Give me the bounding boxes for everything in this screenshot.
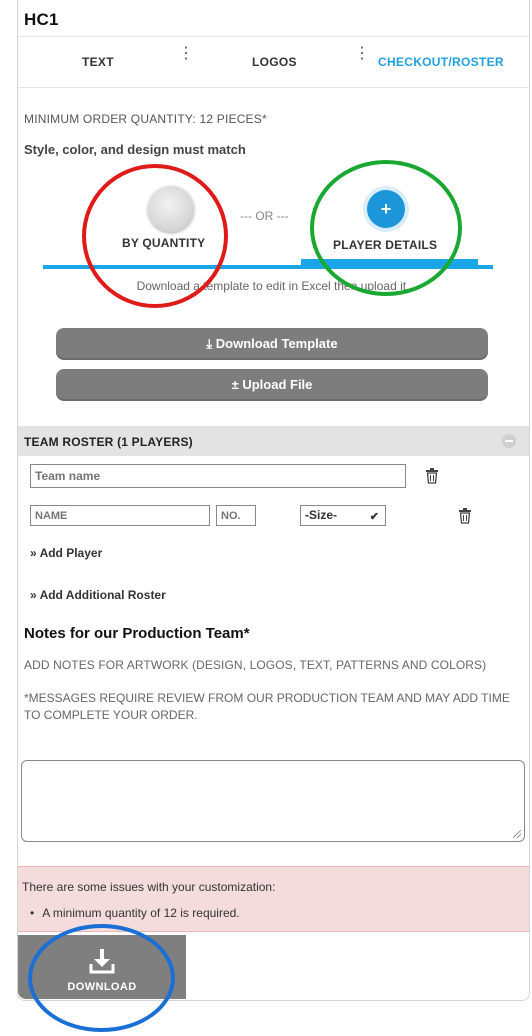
team-name-input[interactable] [30,464,406,488]
collapse-icon[interactable] [502,434,516,448]
size-select-value: -Size- [305,508,338,522]
resize-handle-icon[interactable] [513,830,521,838]
delete-player-trash-icon[interactable] [458,508,472,524]
minimum-order-text: MINIMUM ORDER QUANTITY: 12 PIECES* [24,112,267,126]
tab-logos[interactable]: LOGOS [252,55,297,69]
player-number-input[interactable] [216,505,256,526]
player-name-input[interactable] [30,505,210,526]
add-player-link[interactable]: » Add Player [30,546,102,560]
issues-title: There are some issues with your customiz… [22,880,276,894]
issue-text: A minimum quantity of 12 is required. [42,906,240,920]
red-annotation-circle [82,164,228,308]
add-additional-roster-link[interactable]: » Add Additional Roster [30,588,166,602]
production-notes-message: *MESSAGES REQUIRE REVIEW FROM OUR PRODUC… [24,691,510,722]
team-roster-title: TEAM ROSTER (1 PLAYERS) [24,435,193,449]
or-separator: --- OR --- [240,209,289,223]
customization-issues-alert: There are some issues with your customiz… [18,866,529,932]
tab-bar: TEXT ⋮ LOGOS ⋮ CHECKOUT/ROSTER [18,36,529,88]
production-notes-textarea[interactable] [21,760,525,842]
chevron-down-icon: ✔ [369,511,379,523]
product-title: HC1 [24,10,59,29]
production-notes-title: Notes for our Production Team* [24,625,250,642]
tab-text[interactable]: TEXT [82,55,114,69]
green-annotation-circle [310,160,462,296]
upload-file-button[interactable]: ± Upload File [56,369,488,401]
tab-separator-dots-icon: ⋮ [354,45,370,62]
issues-list-item: • A minimum quantity of 12 is required. [30,906,240,920]
player-size-select[interactable]: -Size- ✔ [300,505,386,526]
download-template-button[interactable]: ⤓ Download Template [56,328,488,360]
production-notes-hint: ADD NOTES FOR ARTWORK (DESIGN, LOGOS, TE… [24,658,487,672]
style-match-note: Style, color, and design must match [24,142,246,157]
team-roster-header[interactable]: TEAM ROSTER (1 PLAYERS) [18,426,529,456]
bullet-icon: • [30,906,35,920]
blue-annotation-circle [28,924,175,1032]
customizer-panel: HC1 TEXT ⋮ LOGOS ⋮ CHECKOUT/ROSTER MINIM… [17,0,530,1001]
tab-checkout-roster[interactable]: CHECKOUT/ROSTER [378,55,504,69]
delete-team-trash-icon[interactable] [425,468,439,484]
tab-separator-dots-icon: ⋮ [178,45,194,62]
